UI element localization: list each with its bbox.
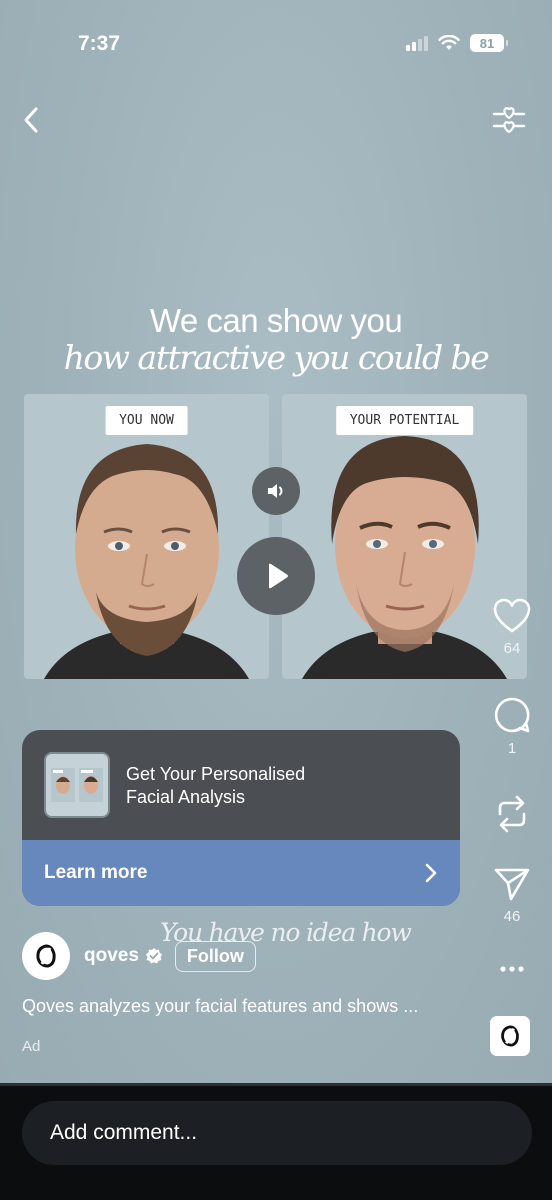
before-panel: YOU NOW [24,394,269,679]
after-panel: YOUR POTENTIAL [282,394,527,679]
status-time: 7:37 [78,32,121,55]
like-count: 64 [503,640,521,657]
heart-icon [493,598,531,633]
after-face-image [302,436,507,679]
battery-indicator: 81 [470,34,508,52]
reel-screen: 7:37 81 We can show you how attractive y… [0,0,552,1085]
play-icon [269,563,288,589]
comment-icon [494,697,530,733]
back-button[interactable] [20,104,48,136]
status-indicators: 81 [406,34,508,52]
add-comment-input[interactable]: Add comment... [22,1101,532,1165]
comment-action[interactable]: 1 [492,696,532,757]
play-button[interactable] [237,537,315,615]
wifi-icon [438,35,460,50]
before-face-image [44,444,249,679]
author-name[interactable]: qoves [84,945,139,967]
more-icon [500,966,524,972]
sound-toggle-button[interactable] [252,467,300,515]
send-count: 46 [503,908,521,925]
headline-line-2: how attractive you could be [63,338,490,377]
repost-icon [498,795,526,833]
like-action[interactable]: 64 [492,598,532,657]
comment-count: 1 [507,740,517,757]
signal-icon [406,35,428,51]
more-options-button[interactable] [492,965,532,973]
qoves-logo-icon [36,944,56,968]
learn-more-button[interactable]: Learn more [22,840,460,906]
ad-thumbnail [44,752,110,818]
comment-bar: Add comment... [0,1083,552,1200]
your-potential-label: YOUR POTENTIAL [335,406,474,435]
headline-line-1: We can show you [149,302,403,339]
repost-action[interactable] [492,794,532,834]
learn-more-label: Learn more [44,862,148,883]
ad-cta-card[interactable]: Get Your Personalised Facial Analysis Le… [22,730,460,906]
send-icon [494,868,530,901]
ad-cta-title-line-1: Get Your Personalised [126,764,306,784]
ad-cta-title: Get Your Personalised Facial Analysis [126,763,416,809]
chevron-right-icon [425,863,437,883]
sound-icon [268,484,283,498]
you-now-label: YOU NOW [105,406,188,435]
send-action[interactable]: 46 [492,866,532,925]
audio-brand-badge[interactable] [490,1016,530,1056]
ad-thumbnail-image [51,768,103,802]
author-avatar[interactable] [22,932,70,980]
sponsored-label: Ad [22,1038,41,1055]
verified-icon [145,948,162,964]
author-row: qoves Follow [22,932,256,980]
filter-heart-icon [492,107,526,134]
post-caption[interactable]: Qoves analyzes your facial features and … [22,996,462,1017]
ad-cta-header[interactable]: Get Your Personalised Facial Analysis [22,730,460,840]
qoves-logo-icon [501,1025,519,1047]
follow-button[interactable]: Follow [174,940,256,972]
ad-cta-title-line-2: Facial Analysis [126,787,246,807]
back-arrow-icon [24,107,38,133]
filter-button[interactable] [492,102,526,136]
